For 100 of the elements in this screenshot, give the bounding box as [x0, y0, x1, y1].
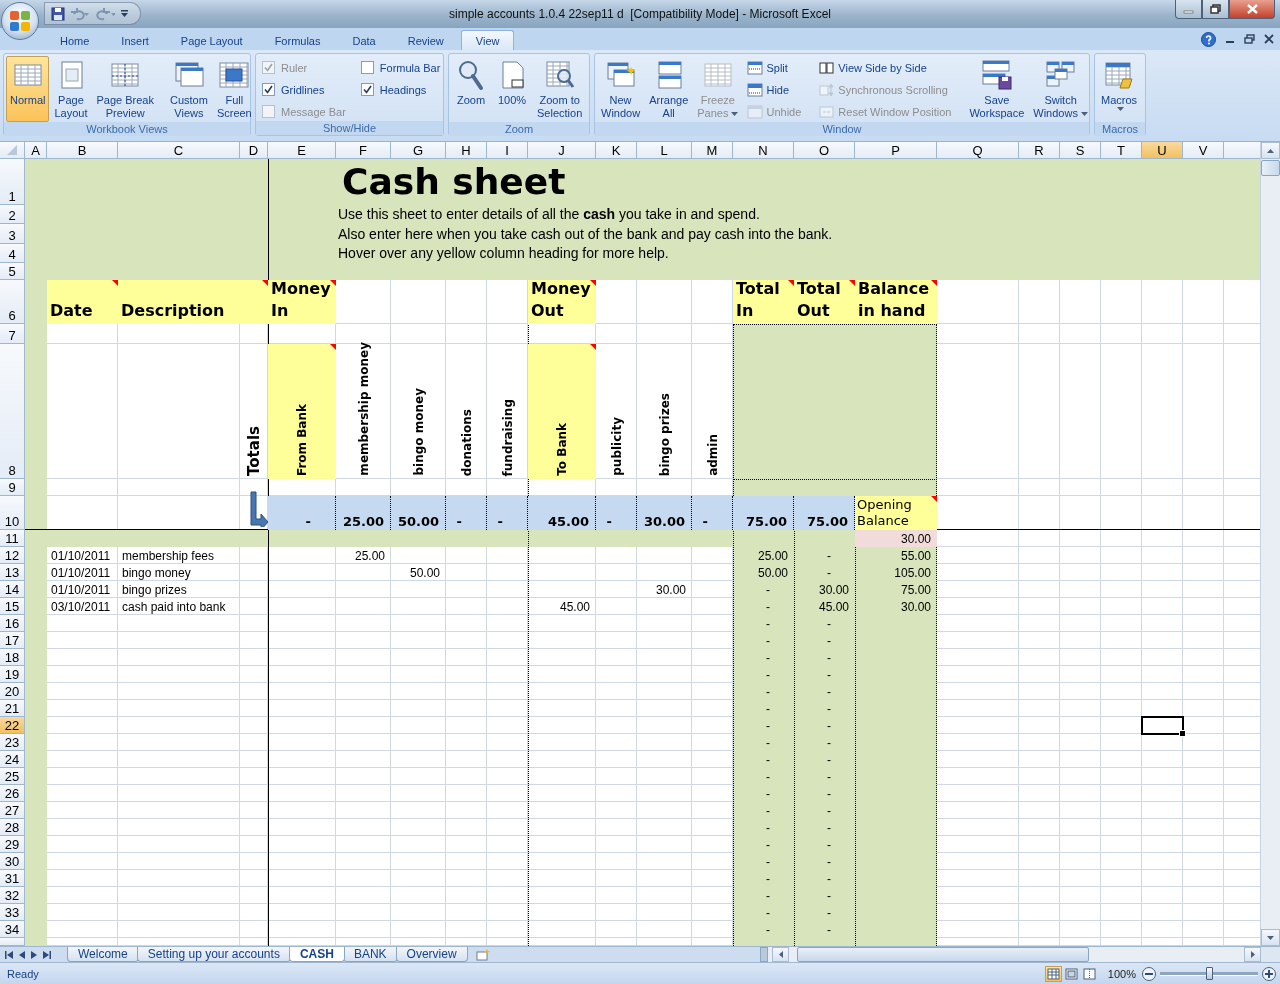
ribbon-button[interactable]: Switch Windows — [1029, 56, 1092, 122]
row-header[interactable]: 26 — [0, 785, 25, 802]
ribbon-button[interactable]: Hide — [747, 80, 802, 99]
row-header[interactable]: 13 — [0, 564, 25, 581]
row-header[interactable]: 20 — [0, 683, 25, 700]
column-header[interactable]: H — [446, 142, 487, 159]
restore-button[interactable] — [1202, 0, 1229, 19]
slider-thumb[interactable] — [1206, 967, 1213, 980]
row-header[interactable]: 1 — [0, 159, 25, 205]
close-button[interactable] — [1229, 0, 1275, 19]
ribbon-tab[interactable]: Page Layout — [165, 30, 258, 50]
column-header[interactable]: M — [692, 142, 733, 159]
ribbon-tab[interactable]: Data — [337, 30, 391, 50]
row-header[interactable]: 24 — [0, 751, 25, 768]
row-header[interactable]: 7 — [0, 324, 25, 344]
row-header[interactable]: 6 — [0, 280, 25, 324]
column-header[interactable]: L — [637, 142, 692, 159]
row-header[interactable]: 19 — [0, 666, 25, 683]
last-sheet-icon[interactable] — [43, 950, 51, 959]
zoom-in-button[interactable] — [1262, 966, 1276, 981]
checkbox[interactable] — [262, 83, 275, 96]
column-header[interactable]: F — [336, 142, 391, 159]
row-header[interactable]: 14 — [0, 581, 25, 598]
checkbox[interactable] — [360, 61, 374, 74]
ribbon-button[interactable]: Save Workspace — [965, 56, 1029, 122]
row-header[interactable]: 22 — [0, 717, 25, 734]
row-header[interactable]: 4 — [0, 244, 25, 263]
row-header[interactable]: 30 — [0, 853, 25, 870]
sheet-tab[interactable]: Overview — [395, 947, 468, 962]
ribbon-tab[interactable]: Home — [45, 30, 105, 50]
office-button[interactable] — [1, 2, 39, 40]
checkbox[interactable] — [360, 83, 374, 96]
next-sheet-icon[interactable] — [31, 950, 37, 959]
ribbon-button[interactable]: Custom Views — [165, 56, 212, 122]
column-header[interactable]: C — [118, 142, 240, 159]
scroll-left-button[interactable] — [772, 947, 789, 962]
ribbon-tab[interactable]: Insert — [106, 30, 164, 50]
ribbon-button[interactable]: Zoom — [451, 56, 491, 122]
view-button[interactable] — [1080, 965, 1098, 982]
ribbon-button[interactable]: Normal — [6, 56, 50, 122]
ribbon-tab[interactable]: Formulas — [259, 30, 336, 50]
ribbon-button[interactable]: Zoom to Selection — [533, 56, 587, 122]
column-header[interactable]: J — [528, 142, 596, 159]
sheet-tab[interactable]: BANK — [342, 947, 398, 962]
row-header[interactable]: 15 — [0, 598, 25, 615]
column-header[interactable]: K — [596, 142, 637, 159]
previous-sheet-icon[interactable] — [19, 950, 25, 959]
scroll-down-button[interactable] — [1261, 929, 1280, 946]
sheet-tab[interactable]: Setting up your accounts — [136, 947, 291, 962]
ribbon-button[interactable]: View Side by Side — [819, 58, 952, 77]
row-header[interactable]: 12 — [0, 547, 25, 564]
row-header[interactable]: 25 — [0, 768, 25, 785]
row-header[interactable]: 9 — [0, 479, 25, 496]
row-header[interactable]: 29 — [0, 836, 25, 853]
ribbon-button[interactable]: Macros — [1097, 56, 1142, 122]
ribbon-button[interactable]: 100% — [492, 56, 532, 122]
ribbon-button[interactable]: Split — [747, 58, 802, 77]
ribbon-button[interactable]: Page Break Preview — [92, 56, 158, 122]
column-header[interactable]: U — [1142, 142, 1183, 159]
column-header[interactable]: I — [487, 142, 528, 159]
column-header[interactable]: A — [25, 142, 47, 159]
row-header[interactable]: 11 — [0, 530, 25, 547]
row-header[interactable]: 27 — [0, 802, 25, 819]
split-handle[interactable] — [760, 947, 768, 962]
view-button[interactable] — [1062, 965, 1080, 982]
save-icon[interactable] — [51, 6, 65, 21]
column-header[interactable]: B — [47, 142, 118, 159]
row-header[interactable]: 28 — [0, 819, 25, 836]
column-header[interactable]: N — [733, 142, 794, 159]
row-header[interactable]: 23 — [0, 734, 25, 751]
minimize-button[interactable] — [1175, 0, 1202, 19]
column-header[interactable]: G — [391, 142, 446, 159]
zoom-out-button[interactable] — [1142, 966, 1156, 981]
sheet-tab[interactable]: Welcome — [67, 947, 139, 962]
first-sheet-icon[interactable] — [5, 950, 13, 959]
ribbon-button[interactable]: Arrange All — [645, 56, 693, 122]
column-header[interactable]: D — [240, 142, 268, 159]
sheet-tab[interactable]: CASH — [288, 947, 345, 962]
column-header[interactable]: E — [268, 142, 336, 159]
row-header[interactable]: 16 — [0, 615, 25, 632]
ribbon-button[interactable]: Page Layout — [50, 56, 92, 122]
column-header[interactable]: T — [1101, 142, 1142, 159]
ribbon-tab[interactable]: View — [460, 30, 515, 50]
restore-icon[interactable] — [1244, 34, 1255, 44]
scroll-thumb[interactable] — [797, 947, 1089, 962]
row-header[interactable]: 21 — [0, 700, 25, 717]
view-button[interactable] — [1044, 965, 1062, 982]
row-header[interactable]: 18 — [0, 649, 25, 666]
scroll-thumb[interactable] — [1261, 160, 1280, 176]
column-header[interactable]: R — [1019, 142, 1060, 159]
scroll-up-button[interactable] — [1261, 142, 1280, 159]
ribbon-button[interactable]: New Window — [597, 56, 645, 122]
row-header[interactable]: 17 — [0, 632, 25, 649]
row-header[interactable]: 33 — [0, 904, 25, 921]
row-header[interactable]: 3 — [0, 224, 25, 244]
row-header[interactable]: 32 — [0, 887, 25, 904]
help-icon[interactable] — [1201, 31, 1216, 47]
row-header[interactable]: 34 — [0, 921, 25, 938]
customize-icon[interactable] — [120, 8, 130, 19]
close-icon[interactable] — [1264, 34, 1274, 44]
